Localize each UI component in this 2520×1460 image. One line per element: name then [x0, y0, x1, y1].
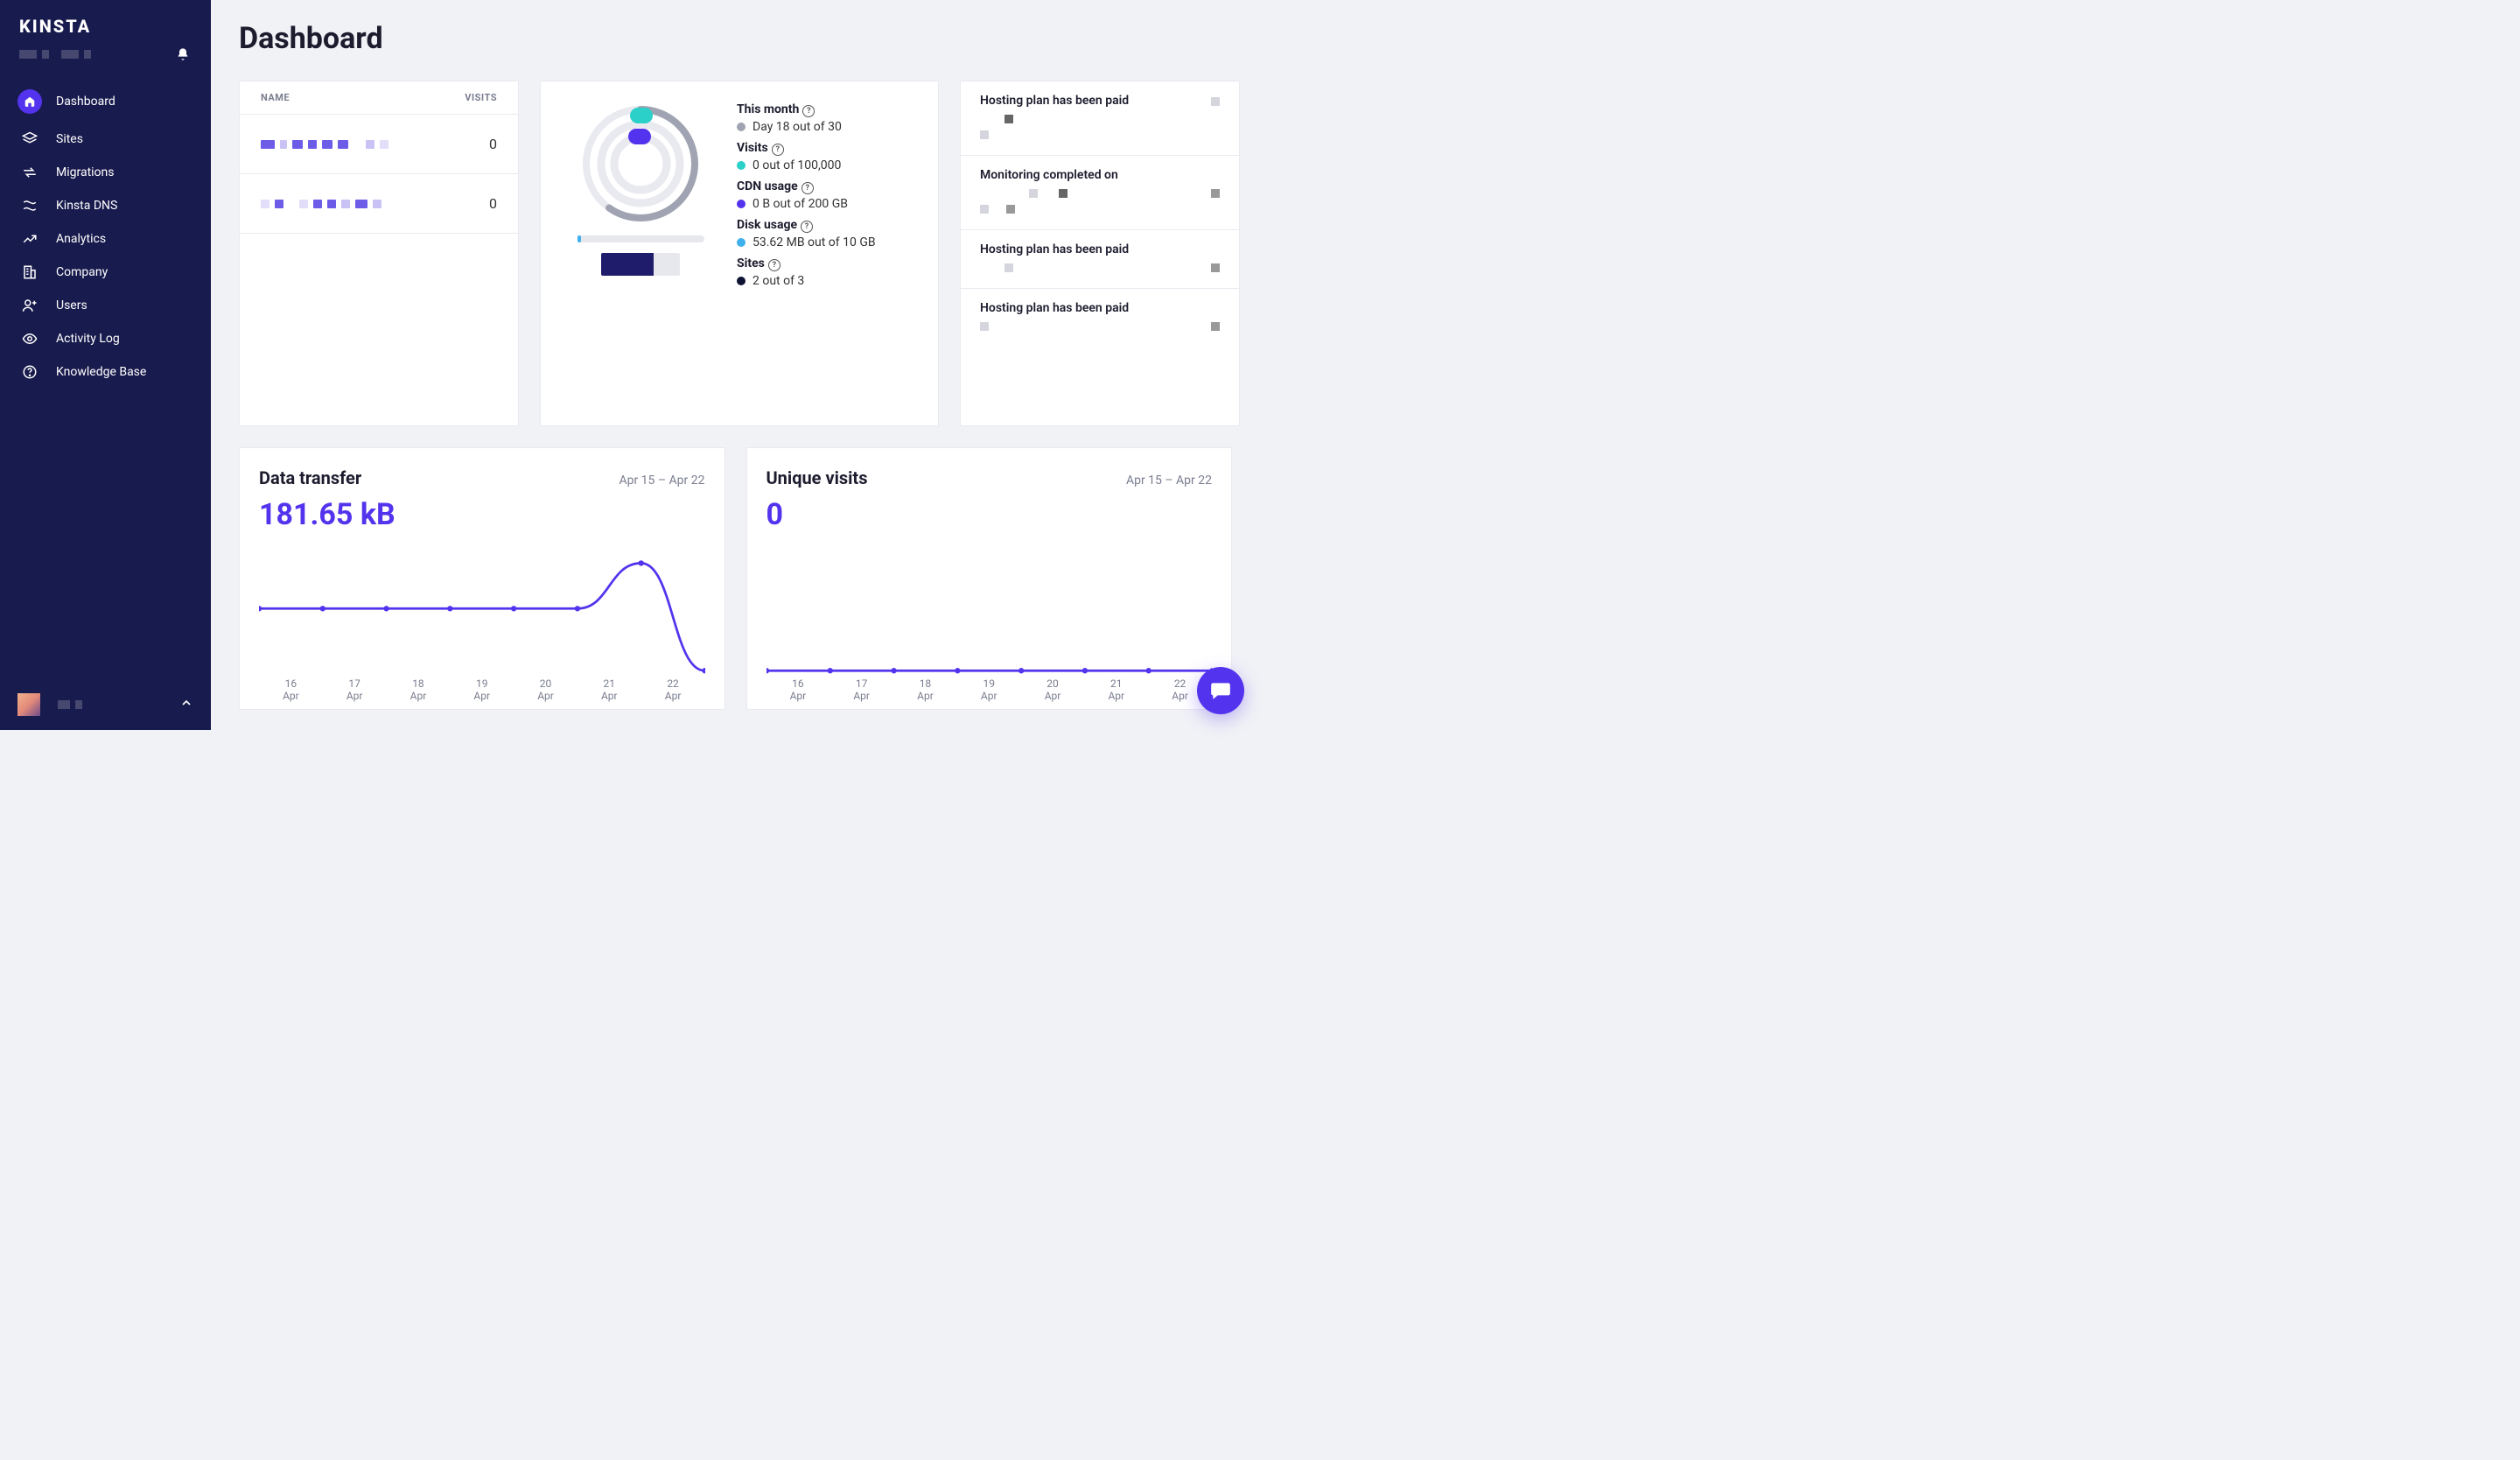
sidebar-item-analytics[interactable]: Analytics [0, 222, 211, 256]
notifications-card: Hosting plan has been paid Monitoring co… [960, 81, 1240, 426]
sidebar-item-knowledge-base[interactable]: Knowledge Base [0, 355, 211, 389]
help-icon[interactable]: ? [768, 259, 780, 271]
data-transfer-chart: Data transfer Apr 15 – Apr 22 181.65 kB … [239, 447, 725, 710]
question-circle-icon [18, 364, 42, 380]
sidebar-item-label: Dashboard [56, 95, 116, 109]
brand-logo: KINSTA [0, 0, 211, 40]
dns-icon [18, 198, 42, 214]
site-name-redacted [261, 200, 382, 208]
sidebar-item-dashboard[interactable]: Dashboard [0, 81, 211, 123]
stat-sites: Sites? 2 out of 3 [737, 256, 917, 288]
sidebar-item-sites[interactable]: Sites [0, 123, 211, 156]
notification-text: Hosting plan has been paid [980, 301, 1220, 315]
avatar[interactable] [18, 693, 40, 716]
list-item[interactable]: Hosting plan has been paid [961, 289, 1239, 347]
disk-usage-bar [578, 235, 704, 242]
trending-icon [18, 231, 42, 247]
stat-visits: Visits? 0 out of 100,000 [737, 141, 917, 172]
help-icon[interactable]: ? [772, 144, 784, 156]
sidebar-item-label: Activity Log [56, 332, 120, 346]
sidebar-item-company[interactable]: Company [0, 256, 211, 289]
sidebar-item-label: Users [56, 298, 88, 312]
site-visits: 0 [489, 136, 497, 152]
sites-card: NAME VISITS [239, 81, 519, 426]
help-icon[interactable]: ? [801, 221, 813, 233]
notification-text: Monitoring completed on [980, 168, 1220, 182]
chart-title: Data transfer [259, 467, 361, 488]
help-icon[interactable]: ? [802, 105, 815, 117]
sidebar: KINSTA Dashboard Sites [0, 0, 211, 730]
sidebar-item-activity-log[interactable]: Activity Log [0, 322, 211, 355]
stat-disk: Disk usage? 53.62 MB out of 10 GB [737, 218, 917, 249]
list-item[interactable]: Hosting plan has been paid [961, 230, 1239, 289]
sidebar-item-label: Kinsta DNS [56, 199, 117, 213]
notification-text: Hosting plan has been paid [980, 94, 1220, 108]
chart-value: 181.65 kB [259, 497, 705, 532]
col-visits: VISITS [465, 92, 497, 103]
list-item[interactable]: Hosting plan has been paid [961, 81, 1239, 156]
sidebar-item-label: Migrations [56, 165, 115, 179]
user-name[interactable] [58, 700, 169, 709]
sites-usage-boxes [601, 253, 680, 276]
user-plus-icon [18, 298, 42, 313]
sidebar-item-label: Knowledge Base [56, 365, 146, 379]
line-chart [259, 541, 705, 681]
sidebar-item-label: Company [56, 265, 108, 279]
chevron-up-icon[interactable] [179, 696, 193, 713]
usage-card: This month? Day 18 out of 30 Visits? 0 o… [540, 81, 939, 426]
sidebar-item-migrations[interactable]: Migrations [0, 156, 211, 189]
primary-nav: Dashboard Sites Migrations Kinsta DNS [0, 81, 211, 679]
layers-icon [18, 131, 42, 147]
col-name: NAME [261, 92, 290, 103]
page-title: Dashboard [239, 21, 1232, 56]
chart-value: 0 [766, 497, 1213, 532]
site-name-redacted [261, 140, 388, 149]
table-row[interactable]: 0 [240, 174, 518, 234]
line-chart [766, 541, 1213, 681]
radial-gauge [579, 102, 702, 225]
site-visits: 0 [489, 195, 497, 212]
stat-cdn: CDN usage? 0 B out of 200 GB [737, 179, 917, 211]
chart-title: Unique visits [766, 467, 868, 488]
sidebar-footer [0, 679, 211, 730]
house-icon [18, 89, 42, 114]
sidebar-item-kinsta-dns[interactable]: Kinsta DNS [0, 189, 211, 222]
sidebar-item-label: Analytics [56, 232, 106, 246]
building-icon [18, 264, 42, 280]
help-icon[interactable]: ? [802, 182, 814, 194]
list-item[interactable]: Monitoring completed on [961, 156, 1239, 230]
eye-icon [18, 331, 42, 347]
stat-this-month: This month? Day 18 out of 30 [737, 102, 917, 134]
unique-visits-chart: Unique visits Apr 15 – Apr 22 0 16 Apr17… [746, 447, 1233, 710]
table-row[interactable]: 0 [240, 115, 518, 174]
chart-range: Apr 15 – Apr 22 [619, 474, 704, 488]
sidebar-item-users[interactable]: Users [0, 289, 211, 322]
chat-icon [1209, 679, 1232, 702]
bell-icon[interactable] [174, 46, 192, 63]
chat-button[interactable] [1197, 667, 1244, 714]
main-content: Dashboard NAME VISITS [211, 0, 1260, 730]
account-identifier[interactable] [19, 50, 91, 59]
chart-range: Apr 15 – Apr 22 [1126, 474, 1212, 488]
sidebar-item-label: Sites [56, 132, 83, 146]
transfer-icon [18, 165, 42, 180]
notification-text: Hosting plan has been paid [980, 242, 1220, 256]
